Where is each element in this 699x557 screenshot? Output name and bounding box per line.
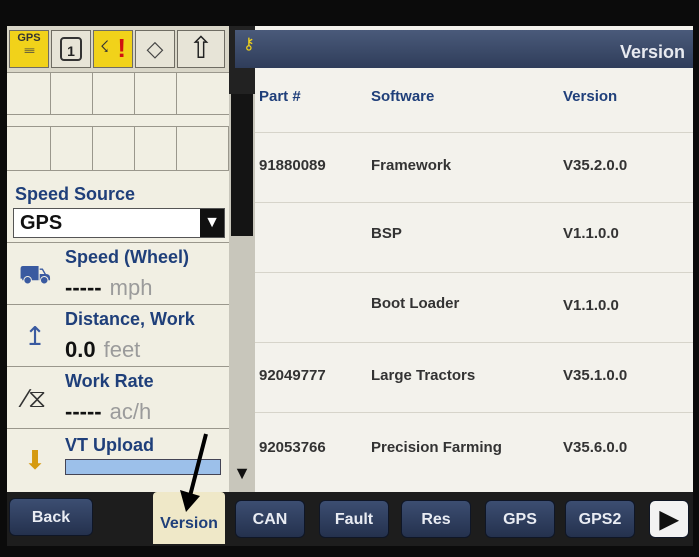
page-title: Version (619, 42, 685, 62)
software-name: Framework (371, 157, 452, 174)
readout-title: Speed (Wheel) (65, 247, 190, 267)
work-rate-icon: ∕⧖ (23, 383, 47, 413)
software-name: Boot Loader (371, 295, 460, 312)
table-row[interactable]: BSP V1.1.0.0 (255, 202, 693, 273)
cabinet-icon[interactable]: 1 (51, 30, 91, 68)
software-name: Large Tractors (371, 367, 476, 384)
annotation-arrow (180, 433, 208, 512)
empty-slot[interactable] (135, 73, 177, 115)
readout-value: 0.0 feet (65, 337, 141, 362)
readout-title: Distance, Work (65, 309, 195, 329)
speed-wheel-readout[interactable]: ⛟ Speed (Wheel) ----- mph (7, 242, 229, 305)
tab-gps2[interactable]: GPS2 (565, 500, 635, 538)
gps-status-icon[interactable]: GPS ≡≡ (9, 30, 49, 68)
version-value: V1.1.0.0 (563, 297, 619, 314)
up-arrow-icon[interactable]: ⇧ (177, 30, 225, 68)
empty-slot[interactable] (177, 127, 229, 171)
column-header: Software (371, 88, 435, 105)
gps-status-label: GPS (17, 32, 41, 44)
readout-value: ----- ac/h (65, 399, 152, 424)
scrollbar-thumb[interactable] (231, 94, 253, 236)
left-panel: GPS ≡≡ 1 ☇ ! ◇ ⇧ Speed Source GPS ▼ ⛟ Sp… (7, 26, 229, 492)
scroll-down-icon[interactable]: ▼ (229, 454, 255, 492)
empty-slot-row (7, 126, 229, 171)
work-rate-readout[interactable]: ∕⧖ Work Rate ----- ac/h (7, 366, 229, 429)
upload-icon: ⬇ (24, 445, 46, 475)
tractor-icon: ⛟ (18, 259, 52, 289)
tab-fault[interactable]: Fault (319, 500, 389, 538)
distance-icon: ↥ (24, 321, 46, 351)
empty-slot[interactable] (7, 127, 51, 171)
divider (7, 170, 229, 171)
part-number: 91880089 (259, 157, 326, 174)
table-row[interactable]: 92049777 Large Tractors V35.1.0.0 (255, 342, 693, 413)
empty-slot[interactable] (135, 127, 177, 171)
software-name: BSP (371, 225, 402, 242)
tab-res[interactable]: Res (401, 500, 471, 538)
speed-source-select[interactable]: GPS ▼ (13, 208, 225, 238)
empty-slot[interactable] (93, 127, 135, 171)
version-value: V1.1.0.0 (563, 225, 619, 242)
version-value: V35.1.0.0 (563, 367, 628, 384)
table-row[interactable]: 92053766 Precision Farming V35.6.0.0 (255, 412, 693, 493)
speed-source-label: Speed Source (15, 184, 136, 204)
status-icon-row: GPS ≡≡ 1 ☇ ! ◇ ⇧ (7, 26, 229, 73)
back-button[interactable]: Back (9, 498, 93, 536)
version-panel: ⚷ Version Part # Software Version 918800… (235, 26, 693, 493)
software-name: Precision Farming (371, 439, 502, 456)
table-row[interactable]: 91880089 Framework V35.2.0.0 (255, 132, 693, 203)
readout-title: VT Upload (65, 435, 154, 455)
readout-value: ----- mph (65, 275, 153, 300)
distance-work-readout[interactable]: ↥ Distance, Work 0.0 feet (7, 304, 229, 367)
table-row[interactable]: Boot Loader V1.1.0.0 (255, 272, 693, 343)
display-screen: GPS ≡≡ 1 ☇ ! ◇ ⇧ Speed Source GPS ▼ ⛟ Sp… (7, 26, 693, 546)
book-icon[interactable]: ◇ (135, 30, 175, 68)
chevron-down-icon[interactable]: ▼ (200, 209, 224, 237)
alarm-icon[interactable]: ☇ ! (93, 30, 133, 68)
version-header: ⚷ Version (235, 30, 693, 68)
tab-can[interactable]: CAN (235, 500, 305, 538)
empty-slot[interactable] (93, 73, 135, 115)
empty-slot-row (7, 72, 229, 115)
key-icon: ⚷ (243, 36, 255, 53)
divider (7, 114, 229, 115)
empty-slot[interactable] (51, 73, 93, 115)
column-header: Part # (259, 88, 301, 105)
part-number: 92049777 (259, 367, 326, 384)
next-arrow-icon[interactable]: ▶ (649, 500, 689, 538)
version-value: V35.2.0.0 (563, 157, 628, 174)
version-value: V35.6.0.0 (563, 439, 628, 456)
empty-slot[interactable] (51, 127, 93, 171)
bottom-toolbar: Back Version CAN Fault Res GPS GPS2 ▶ (7, 492, 693, 546)
speed-source-value: GPS (20, 212, 63, 234)
table-header: Part # Software Version (255, 68, 693, 130)
cabinet-number: 1 (60, 37, 82, 61)
empty-slot[interactable] (7, 73, 51, 115)
column-header: Version (563, 88, 618, 105)
tab-gps[interactable]: GPS (485, 500, 555, 538)
part-number: 92053766 (259, 439, 326, 456)
readout-title: Work Rate (65, 371, 154, 391)
